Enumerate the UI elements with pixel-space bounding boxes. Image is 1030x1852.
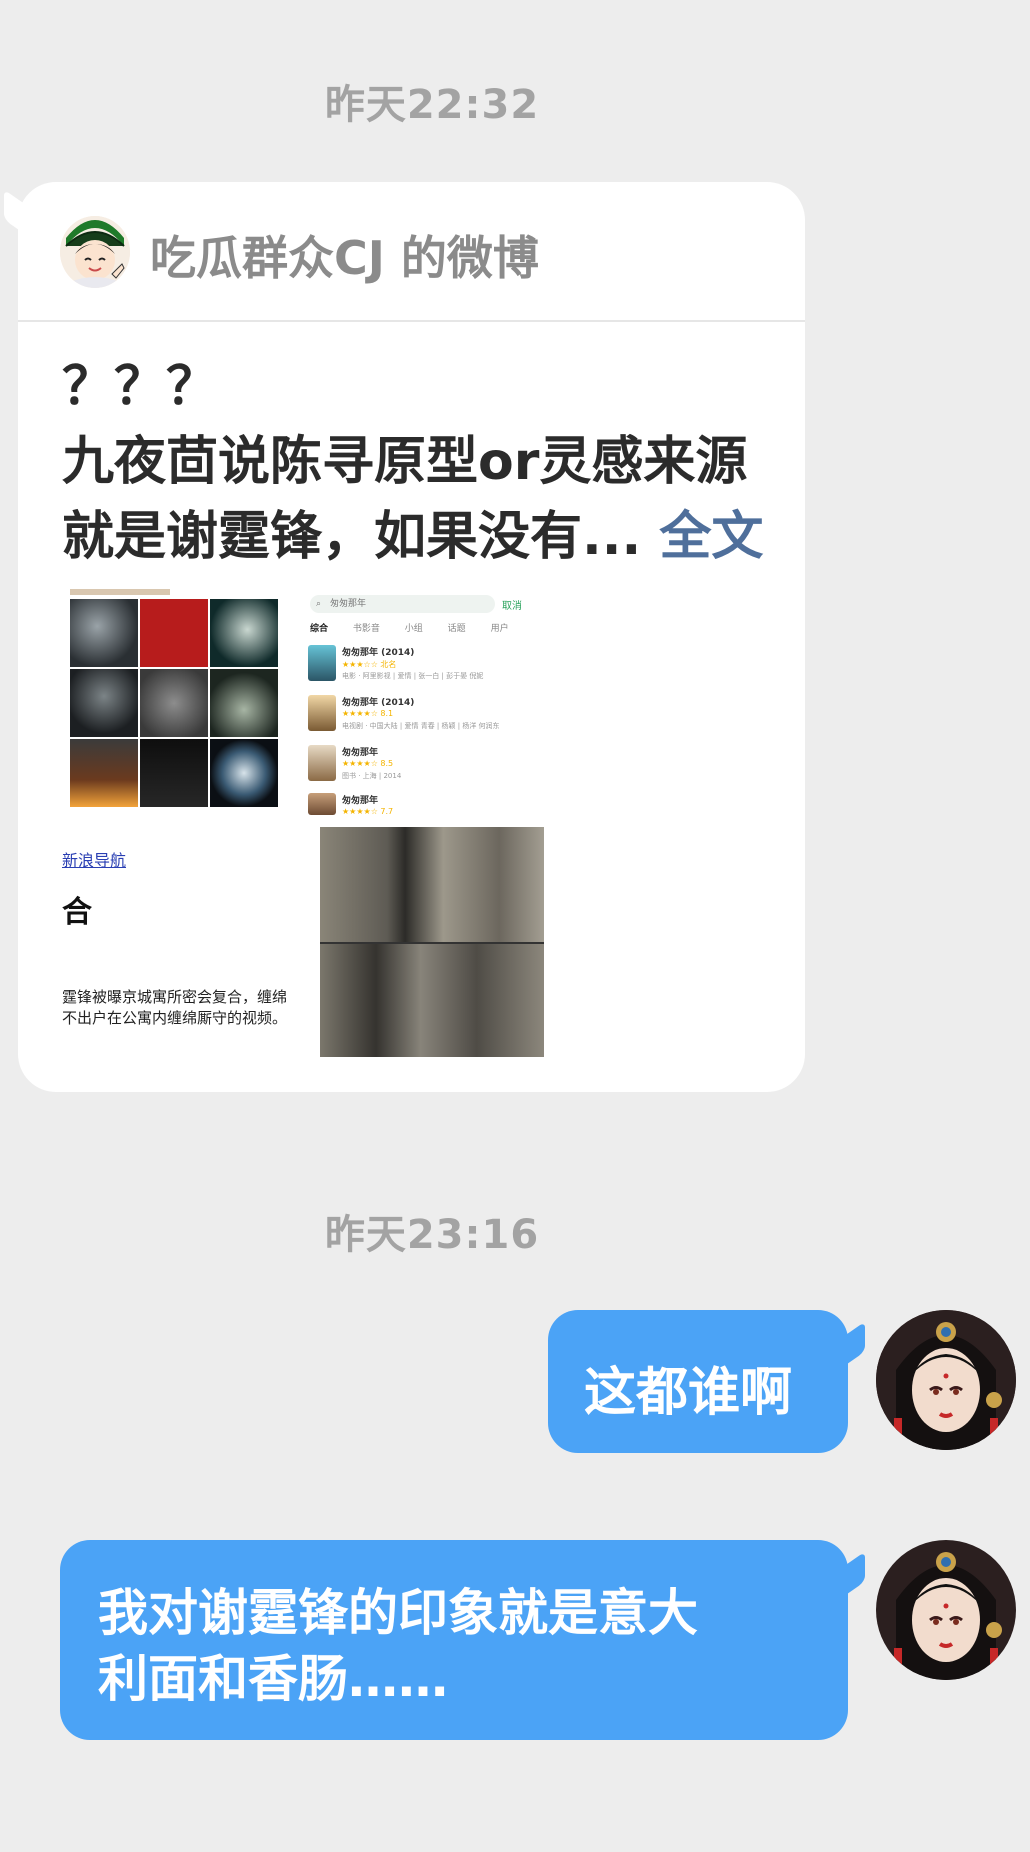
search-result: 匆匆那年 ★★★★☆ 8.5 图书 · 上海 | 2014 [308, 743, 523, 789]
search-tab: 话题 [447, 624, 466, 634]
partial-headline: 合 [62, 895, 92, 930]
result-cover [308, 793, 336, 815]
news-line: 不出户在公寓内缠绵厮守的视频。 [62, 1009, 288, 1027]
result-meta: 电影 · 阿里影视 | 爱情 | 张一白 | 彭于晏 倪妮 [342, 672, 484, 680]
sina-nav-link: 新浪导航 [62, 851, 127, 870]
post-line: 就是谢霆锋，如果没有... 全文 [62, 500, 792, 575]
weibo-post-text[interactable]: ？？？ 九夜茴说陈寻原型or灵感来源 就是谢霆锋，如果没有... 全文 [62, 350, 792, 575]
video-still [320, 944, 544, 1057]
weibo-share-card[interactable]: 吃瓜群众CJ 的微博 ？？？ 九夜茴说陈寻原型or灵感来源 就是谢霆锋，如果没有… [18, 182, 805, 1092]
attachment-image-search-results[interactable]: ⌕ 匆匆那年 取消 综合 书影音 小组 话题 用户 匆匆那年 (2014) ★★… [302, 587, 532, 827]
news-snippet: 霆锋被曝京城寓所密会复合，缠绵 不出户在公寓内缠绵厮守的视频。 [62, 987, 302, 1029]
search-tab: 综合 [310, 624, 329, 634]
post-line: ？？？ [62, 357, 219, 417]
search-tab: 用户 [490, 624, 509, 634]
result-rating: ★★★★☆ 7.7 [342, 807, 394, 816]
post-line: 九夜茴说陈寻原型or灵感来源 [62, 432, 748, 492]
result-title: 匆匆那年 [342, 748, 379, 758]
full-text-link[interactable]: 全文 [659, 507, 763, 567]
search-result: 匆匆那年 ★★★★☆ 7.7 [308, 791, 523, 827]
message-text-line: 我对谢霆锋的印象就是意大 [98, 1584, 698, 1642]
search-query: 匆匆那年 [330, 599, 367, 609]
search-icon: ⌕ [316, 599, 322, 609]
result-title: 匆匆那年 (2014) [342, 648, 415, 658]
grid-photo [70, 599, 138, 667]
weibo-source-title: 吃瓜群众CJ 的微博 [150, 231, 539, 285]
news-line: 霆锋被曝京城寓所密会复合，缠绵 [62, 988, 288, 1006]
timestamp: 昨天22:32 [324, 82, 540, 128]
attachment-image-video-stills[interactable] [320, 827, 544, 1057]
attachment-image-news-page[interactable]: 新浪导航 合 霆锋被曝京城寓所密会复合，缠绵 不出户在公寓内缠绵厮守的视频。 [62, 827, 307, 1057]
post-attachments: ⌕ 匆匆那年 取消 综合 书影音 小组 话题 用户 匆匆那年 (2014) ★★… [62, 587, 782, 1062]
search-result: 匆匆那年 (2014) ★★★☆☆ 北名 电影 · 阿里影视 | 爱情 | 张一… [308, 643, 523, 689]
result-cover [308, 695, 336, 731]
timestamp: 昨天23:16 [324, 1212, 540, 1258]
message-text: 这都谁啊 [584, 1363, 793, 1423]
result-meta: 电视剧 · 中国大陆 | 爱情 青春 | 杨颖 | 杨洋 何润东 [342, 722, 500, 730]
result-rating: ★★★★☆ 8.5 [342, 759, 394, 768]
grid-caption-bar [70, 589, 170, 595]
grid-photo [140, 739, 208, 807]
video-still [320, 827, 544, 942]
grid-photo [70, 669, 138, 737]
message-bubble-outgoing[interactable]: 我对谢霆锋的印象就是意大 利面和香肠…… [60, 1540, 848, 1740]
result-rating: ★★★★☆ 8.1 [342, 709, 394, 718]
message-text-line: 利面和香肠…… [98, 1650, 448, 1708]
chat-screen: 昨天22:32 吃瓜群众CJ 的微博 ？？？ 九夜茴说陈寻原型or灵感来源 就是… [0, 0, 1030, 1852]
grid-photo [140, 599, 208, 667]
grid-photo [210, 739, 278, 807]
grid-photo [210, 669, 278, 737]
search-bar: ⌕ 匆匆那年 [310, 595, 495, 613]
search-tabs: 综合 书影音 小组 话题 用户 [310, 621, 531, 634]
user-avatar[interactable] [876, 1540, 1016, 1680]
grid-photo [210, 599, 278, 667]
result-title: 匆匆那年 (2014) [342, 698, 415, 708]
card-divider [18, 320, 805, 322]
attachment-image-photo-grid[interactable] [62, 587, 302, 827]
search-result: 匆匆那年 (2014) ★★★★☆ 8.1 电视剧 · 中国大陆 | 爱情 青春… [308, 693, 523, 739]
result-meta: 图书 · 上海 | 2014 [342, 772, 402, 780]
grid-photo [140, 669, 208, 737]
result-cover [308, 645, 336, 681]
card-header[interactable]: 吃瓜群众CJ 的微博 [18, 182, 805, 320]
message-bubble-outgoing[interactable]: 这都谁啊 [548, 1310, 848, 1453]
grid-photo [70, 739, 138, 807]
search-tab: 书影音 [352, 624, 380, 634]
result-cover [308, 745, 336, 781]
result-rating: ★★★☆☆ 北名 [342, 660, 397, 669]
cancel-link: 取消 [502, 601, 522, 612]
user-avatar[interactable] [876, 1310, 1016, 1450]
weibo-user-avatar[interactable] [60, 216, 130, 288]
post-line-text: 就是谢霆锋，如果没有... [62, 507, 642, 567]
search-tab: 小组 [404, 624, 423, 634]
result-title: 匆匆那年 [342, 796, 379, 806]
